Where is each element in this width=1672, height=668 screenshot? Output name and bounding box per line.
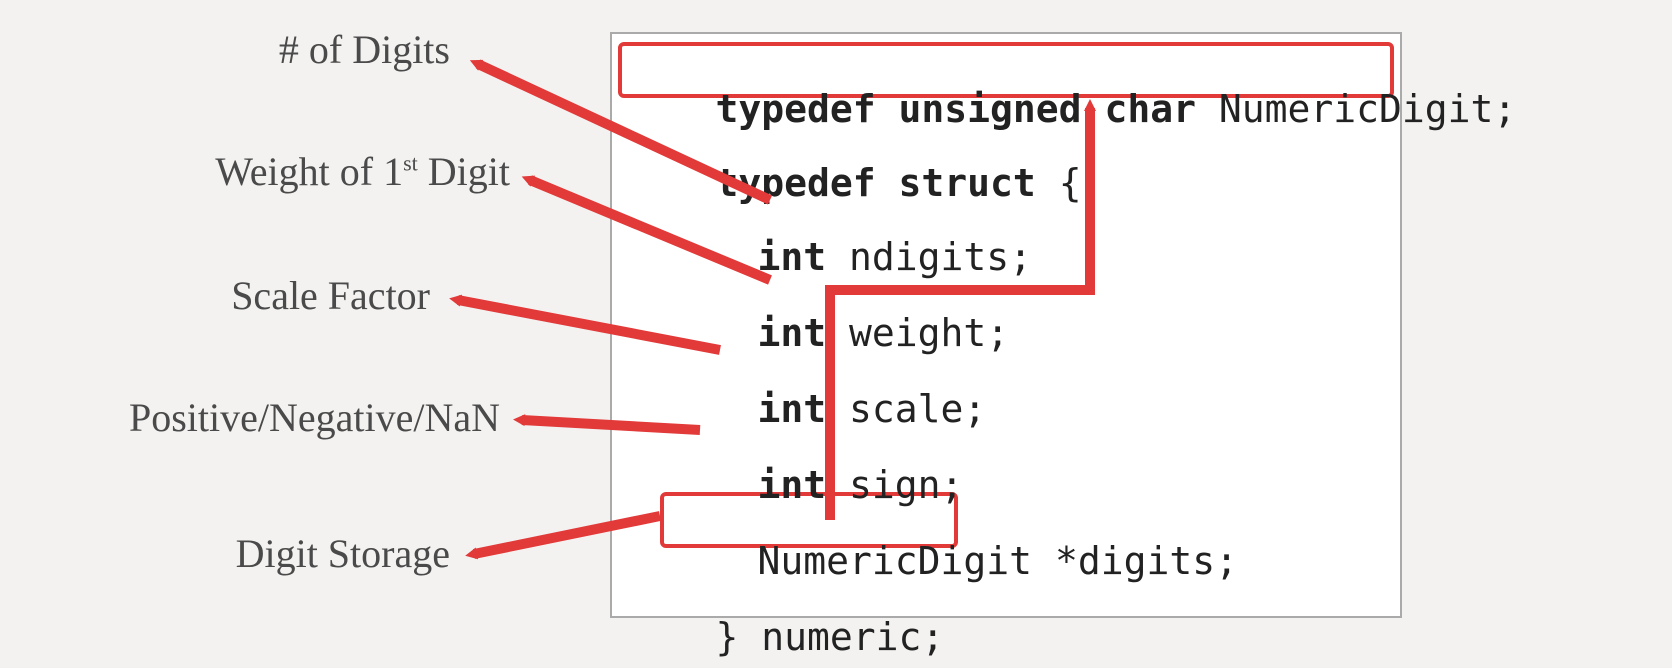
label-ndigits: # of Digits (80, 26, 450, 73)
kw-typedef-uc: typedef unsigned char (716, 87, 1219, 131)
code-box: typedef unsigned char NumericDigit; type… (610, 32, 1402, 618)
code-l8-pre: } (716, 615, 762, 659)
kw-typedef-struct: typedef struct (716, 161, 1059, 205)
label-scale: Scale Factor (100, 272, 430, 319)
label-sign: Positive/Negative/NaN (10, 394, 500, 441)
code-l7-rest: *digits; (1055, 539, 1238, 583)
code-line-8: } numeric; (624, 580, 944, 668)
label-digits: Digit Storage (80, 530, 450, 577)
label-weight-pre: Weight of 1 (215, 149, 403, 194)
code-l3-rest: ndigits; (849, 235, 1032, 279)
label-weight: Weight of 1st Digit (20, 148, 510, 195)
label-weight-sup: st (403, 151, 418, 176)
code-l5-rest: scale; (849, 387, 986, 431)
label-weight-post: Digit (418, 149, 510, 194)
code-l6-rest: sign; (849, 463, 963, 507)
kw-int-weight: int (758, 311, 850, 355)
code-l8-rest: numeric; (761, 615, 944, 659)
kw-int-sign: int (758, 463, 850, 507)
kw-int-scale: int (758, 387, 850, 431)
code-l2-rest: { (1059, 161, 1082, 205)
code-l4-rest: weight; (849, 311, 1009, 355)
code-l1-rest: NumericDigit; (1219, 87, 1516, 131)
kw-int-ndigits: int (758, 235, 850, 279)
code-l7-pre: NumericDigit (758, 539, 1055, 583)
